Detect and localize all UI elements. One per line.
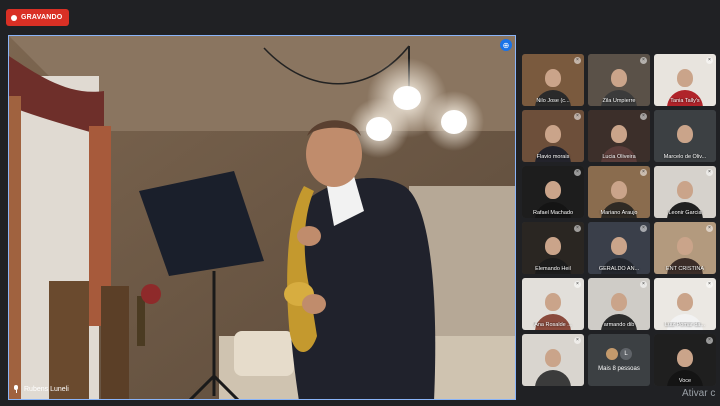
participant-tile[interactable]: × Leonir Garcia <box>654 166 716 218</box>
participant-face <box>545 180 561 199</box>
participant-tile[interactable]: × ENT CRISTINA <box>654 222 716 274</box>
participant-face <box>677 348 693 367</box>
participant-name: ENT CRISTINA <box>665 266 705 272</box>
mic-off-icon: × <box>706 337 713 344</box>
participant-name: Elemando Heil <box>535 266 571 272</box>
participant-tile[interactable]: × GERALDO AN... <box>588 222 650 274</box>
participant-name: Marcelo de Oliv... <box>663 154 707 160</box>
participant-tile[interactable]: × Zila Umpierre <box>588 54 650 106</box>
participant-tile[interactable]: × Flavio morais <box>522 110 584 162</box>
participant-name: armando dib <box>603 322 635 328</box>
participant-tile[interactable]: × Mariano Araujo <box>588 166 650 218</box>
participant-grid: × Nilo Jose (c... × Zila Umpierre × Tania Tal… <box>522 54 716 386</box>
mic-off-icon: × <box>574 281 581 288</box>
participant-tile[interactable]: × Voce <box>654 334 716 386</box>
speaker-name-label: Rubens Luneli <box>13 385 69 393</box>
participant-tile[interactable]: × Nilo Jose (c... <box>522 54 584 106</box>
activate-windows-text: Ativar c <box>682 388 716 399</box>
participant-face <box>545 68 561 87</box>
more-people-tile[interactable]: L Mais 8 pessoas <box>588 334 650 386</box>
mic-off-icon: × <box>640 113 647 120</box>
participant-face <box>677 124 693 143</box>
mini-avatar: L <box>619 347 633 361</box>
mic-off-icon: × <box>574 113 581 120</box>
participant-tile[interactable]: × armando dib <box>588 278 650 330</box>
participant-tile[interactable]: × Ana Rosalde ... <box>522 278 584 330</box>
participant-name: Nilo Jose (c... <box>536 98 570 104</box>
participant-name: Flavio morais <box>536 154 570 160</box>
mic-off-icon: × <box>640 169 647 176</box>
mic-off-icon: × <box>574 57 581 64</box>
participant-name: Leonir Garcia <box>668 210 702 216</box>
mic-off-icon: × <box>574 225 581 232</box>
mic-off-icon: × <box>706 225 713 232</box>
mic-off-icon: × <box>706 169 713 176</box>
participant-tile[interactable]: × Tania Tally's <box>654 54 716 106</box>
participant-name: Luiz Pomar da... <box>664 322 706 328</box>
participant-face <box>677 68 693 87</box>
participant-face <box>545 236 561 255</box>
participant-name: Ana Rosalde ... <box>534 322 572 328</box>
participant-face <box>545 348 561 367</box>
participant-name: Tania Tally's <box>670 98 700 104</box>
mic-off-icon: × <box>574 169 581 176</box>
participant-face <box>545 292 561 311</box>
participant-face <box>611 124 627 143</box>
mic-off-icon: × <box>706 57 713 64</box>
participant-face <box>677 236 693 255</box>
microphone-icon <box>13 385 19 393</box>
participant-face <box>611 292 627 311</box>
participant-name: Rafael Machado <box>532 210 574 216</box>
mini-avatar <box>605 347 619 361</box>
recording-label: GRAVANDO <box>21 14 63 21</box>
participant-face <box>611 68 627 87</box>
participant-tile[interactable]: × Luiz Pomar da... <box>654 278 716 330</box>
participant-face <box>611 236 627 255</box>
mic-off-icon: × <box>640 225 647 232</box>
participant-name: GERALDO AN... <box>598 266 640 272</box>
mic-off-icon: × <box>706 281 713 288</box>
participant-tile[interactable]: × Rafael Machado <box>522 166 584 218</box>
participant-face <box>677 292 693 311</box>
participant-face <box>677 180 693 199</box>
mic-off-icon: × <box>640 57 647 64</box>
speaker-name: Rubens Luneli <box>24 385 69 393</box>
participant-tile[interactable]: × Elemando Heil <box>522 222 584 274</box>
participant-tile[interactable]: × Lucia Oliveira <box>588 110 650 162</box>
participant-name: Lucia Oliveira <box>602 154 636 160</box>
mic-off-icon: × <box>640 281 647 288</box>
participant-name: Mariano Araujo <box>600 210 638 216</box>
recording-dot-icon <box>11 14 17 21</box>
mic-off-icon: × <box>574 337 581 344</box>
participant-face <box>611 180 627 199</box>
participant-name: Voce <box>678 378 692 384</box>
more-people-label: Mais 8 pessoas <box>598 366 640 372</box>
participant-tile[interactable]: ×Marcelo de Oliv... <box>654 110 716 162</box>
participant-name: Zila Umpierre <box>602 98 636 104</box>
main-speaker-video[interactable]: ⊕ Rubens Luneli <box>8 35 516 400</box>
more-avatars: L <box>605 347 633 361</box>
recording-badge: GRAVANDO <box>6 9 70 26</box>
pin-icon[interactable]: ⊕ <box>500 39 512 51</box>
participant-tile[interactable]: × <box>522 334 584 386</box>
participant-face <box>545 124 561 143</box>
video-scene <box>9 36 515 399</box>
